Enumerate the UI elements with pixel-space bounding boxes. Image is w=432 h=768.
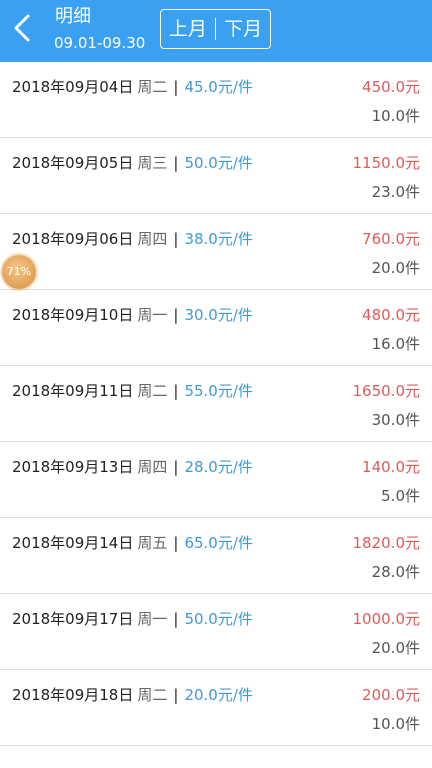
list-item[interactable]: 2018年09月11日 周二 | 55.0元/件 1650.0元 30.0件 <box>0 366 432 442</box>
month-switch: 上月 下月 <box>160 9 271 49</box>
row-info: 2018年09月05日 周三 | 50.0元/件 <box>12 153 253 173</box>
row-unit-price: 20.0元/件 <box>184 686 253 704</box>
row-weekday: 周一 <box>137 306 168 324</box>
date-range: 09.01-09.30 <box>54 34 146 52</box>
row-unit-price: 45.0元/件 <box>184 78 253 96</box>
row-weekday: 周二 <box>137 686 168 704</box>
back-button[interactable] <box>8 10 38 46</box>
row-amount: 1820.0元 <box>352 534 421 552</box>
row-weekday: 周二 <box>137 382 168 400</box>
row-weekday: 周五 <box>137 534 168 552</box>
list-item[interactable]: 2018年09月04日 周二 | 45.0元/件 450.0元 10.0件 <box>0 62 432 138</box>
row-amount: 200.0元 <box>362 686 420 704</box>
row-weekday: 周三 <box>137 154 168 172</box>
row-info: 2018年09月17日 周一 | 50.0元/件 <box>12 609 253 629</box>
row-date: 2018年09月11日 <box>12 382 134 400</box>
row-date: 2018年09月13日 <box>12 458 134 476</box>
next-month-button[interactable]: 下月 <box>216 11 270 47</box>
row-unit-price: 30.0元/件 <box>184 306 253 324</box>
row-quantity: 30.0件 <box>371 411 420 429</box>
row-separator: | <box>173 534 179 552</box>
row-quantity: 20.0件 <box>371 259 420 277</box>
row-separator: | <box>173 610 179 628</box>
row-separator: | <box>173 154 179 172</box>
row-quantity: 20.0件 <box>371 639 420 657</box>
row-amount: 1150.0元 <box>352 154 421 172</box>
row-info: 2018年09月13日 周四 | 28.0元/件 <box>12 457 253 477</box>
row-unit-price: 65.0元/件 <box>184 534 253 552</box>
row-info: 2018年09月14日 周五 | 65.0元/件 <box>12 533 253 553</box>
row-separator: | <box>173 458 179 476</box>
list-item[interactable]: 2018年09月14日 周五 | 65.0元/件 1820.0元 28.0件 <box>0 518 432 594</box>
row-weekday: 周四 <box>137 458 168 476</box>
row-weekday: 周四 <box>137 230 168 248</box>
row-amount: 1000.0元 <box>352 610 421 628</box>
row-unit-price: 50.0元/件 <box>184 610 253 628</box>
row-separator: | <box>173 306 179 324</box>
row-date: 2018年09月06日 <box>12 230 134 248</box>
row-unit-price: 38.0元/件 <box>184 230 253 248</box>
row-weekday: 周一 <box>137 610 168 628</box>
detail-list: 2018年09月04日 周二 | 45.0元/件 450.0元 10.0件 2018年… <box>0 62 432 746</box>
row-separator: | <box>173 382 179 400</box>
app-header: 明细 09.01-09.30 上月 下月 <box>0 0 432 62</box>
chevron-left-icon <box>14 14 30 42</box>
row-weekday: 周二 <box>137 78 168 96</box>
row-separator: | <box>173 78 179 96</box>
row-quantity: 23.0件 <box>371 183 420 201</box>
list-item[interactable]: 2018年09月13日 周四 | 28.0元/件 140.0元 5.0件 <box>0 442 432 518</box>
list-item[interactable]: 2018年09月05日 周三 | 50.0元/件 1150.0元 23.0件 <box>0 138 432 214</box>
row-info: 2018年09月04日 周二 | 45.0元/件 <box>12 77 253 97</box>
row-quantity: 16.0件 <box>371 335 420 353</box>
floating-progress-badge[interactable]: 71% <box>2 255 36 289</box>
row-date: 2018年09月18日 <box>12 686 134 704</box>
row-amount: 760.0元 <box>362 230 420 248</box>
row-unit-price: 28.0元/件 <box>184 458 253 476</box>
row-quantity: 10.0件 <box>371 715 420 733</box>
list-item[interactable]: 2018年09月17日 周一 | 50.0元/件 1000.0元 20.0件 <box>0 594 432 670</box>
row-info: 2018年09月11日 周二 | 55.0元/件 <box>12 381 253 401</box>
row-quantity: 5.0件 <box>381 487 420 505</box>
row-date: 2018年09月14日 <box>12 534 134 552</box>
row-info: 2018年09月18日 周二 | 20.0元/件 <box>12 685 253 705</box>
row-info: 2018年09月10日 周一 | 30.0元/件 <box>12 305 253 325</box>
list-item[interactable]: 2018年09月10日 周一 | 30.0元/件 480.0元 16.0件 <box>0 290 432 366</box>
row-amount: 140.0元 <box>362 458 420 476</box>
row-amount: 1650.0元 <box>352 382 421 400</box>
list-item[interactable]: 2018年09月18日 周二 | 20.0元/件 200.0元 10.0件 <box>0 670 432 746</box>
row-unit-price: 55.0元/件 <box>184 382 253 400</box>
row-amount: 450.0元 <box>362 78 420 96</box>
row-date: 2018年09月04日 <box>12 78 134 96</box>
list-item[interactable]: 2018年09月06日 周四 | 38.0元/件 760.0元 20.0件 <box>0 214 432 290</box>
row-date: 2018年09月17日 <box>12 610 134 628</box>
row-quantity: 10.0件 <box>371 107 420 125</box>
row-info: 2018年09月06日 周四 | 38.0元/件 <box>12 229 253 249</box>
row-separator: | <box>173 686 179 704</box>
row-quantity: 28.0件 <box>371 563 420 581</box>
page-title: 明细 <box>55 6 91 27</box>
row-unit-price: 50.0元/件 <box>184 154 253 172</box>
prev-month-button[interactable]: 上月 <box>161 11 215 47</box>
row-separator: | <box>173 230 179 248</box>
row-date: 2018年09月05日 <box>12 154 134 172</box>
row-date: 2018年09月10日 <box>12 306 134 324</box>
row-amount: 480.0元 <box>362 306 420 324</box>
